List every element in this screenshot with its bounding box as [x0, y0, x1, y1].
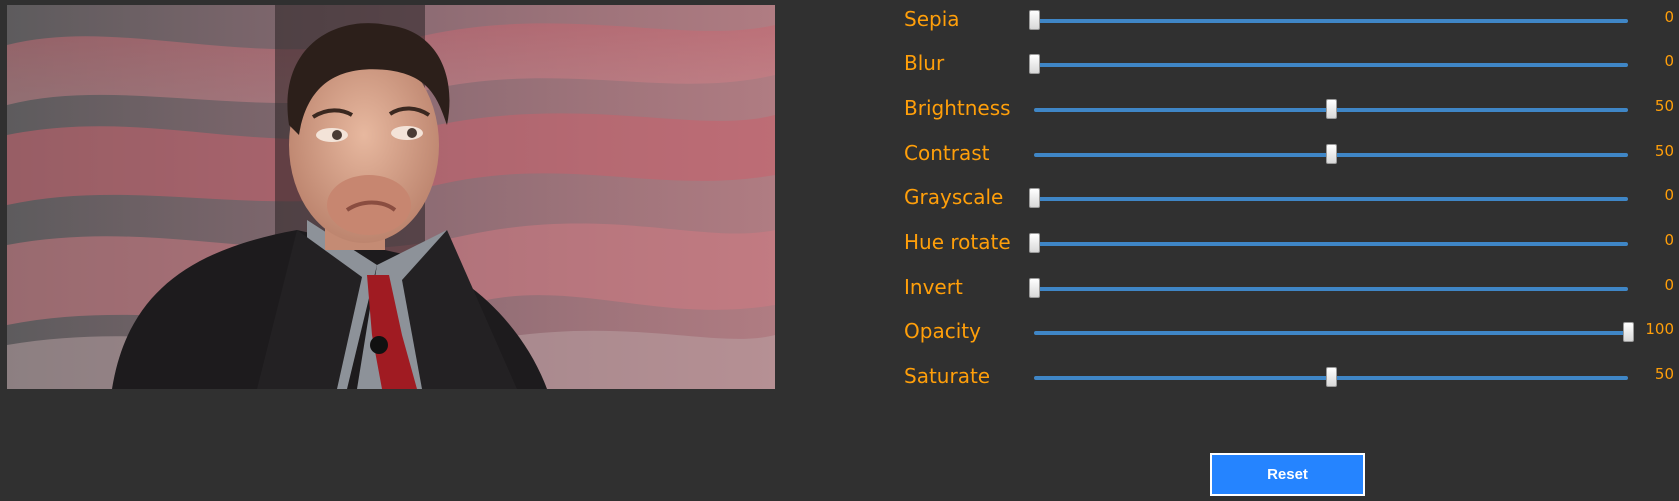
filter-value: 0 — [1664, 8, 1674, 26]
filter-label: Hue rotate — [904, 230, 1011, 254]
slider-thumb[interactable] — [1326, 144, 1337, 164]
filter-label: Saturate — [904, 364, 991, 388]
filter-slider-grayscale[interactable] — [1029, 188, 1628, 208]
filter-slider-sepia[interactable] — [1029, 10, 1628, 30]
slider-thumb[interactable] — [1623, 322, 1634, 342]
filter-value: 100 — [1645, 320, 1674, 338]
photo-preview — [7, 5, 775, 389]
slider-thumb[interactable] — [1029, 10, 1040, 30]
filter-value: 50 — [1654, 97, 1674, 115]
filter-slider-invert[interactable] — [1029, 278, 1628, 298]
filter-row-invert: Invert 0 — [904, 268, 1674, 308]
slider-thumb[interactable] — [1029, 278, 1040, 298]
filter-label: Invert — [904, 275, 963, 299]
slider-thumb[interactable] — [1326, 99, 1337, 119]
filter-value: 50 — [1654, 142, 1674, 160]
filter-slider-saturate[interactable] — [1034, 367, 1628, 387]
slider-thumb[interactable] — [1029, 54, 1040, 74]
filter-label: Opacity — [904, 319, 981, 343]
filter-row-hue-rotate: Hue rotate 0 — [904, 223, 1674, 263]
filter-slider-contrast[interactable] — [1034, 144, 1628, 164]
filter-row-saturate: Saturate 50 — [904, 357, 1674, 397]
filter-row-brightness: Brightness 50 — [904, 89, 1674, 129]
filter-value: 0 — [1664, 231, 1674, 249]
image-preview — [7, 5, 775, 389]
filter-slider-opacity[interactable] — [1034, 322, 1634, 342]
filter-slider-hue-rotate[interactable] — [1029, 233, 1628, 253]
filter-value: 0 — [1664, 186, 1674, 204]
filter-row-contrast: Contrast 50 — [904, 134, 1674, 174]
reset-button[interactable]: Reset — [1210, 453, 1365, 496]
filter-label: Blur — [904, 51, 945, 75]
filter-value: 0 — [1664, 52, 1674, 70]
filter-label: Contrast — [904, 141, 990, 165]
slider-thumb[interactable] — [1029, 233, 1040, 253]
filter-row-grayscale: Grayscale 0 — [904, 178, 1674, 218]
filter-label: Grayscale — [904, 185, 1004, 209]
filter-row-blur: Blur 0 — [904, 44, 1674, 84]
filter-value: 0 — [1664, 276, 1674, 294]
slider-thumb[interactable] — [1029, 188, 1040, 208]
filter-row-sepia: Sepia 0 — [904, 0, 1674, 40]
filter-label: Sepia — [904, 7, 960, 31]
filter-slider-blur[interactable] — [1029, 54, 1628, 74]
filter-controls: Sepia 0 Blur 0 Brightness 50 Contrast 50… — [904, 0, 1674, 400]
filter-value: 50 — [1654, 365, 1674, 383]
filter-label: Brightness — [904, 96, 1011, 120]
filter-row-opacity: Opacity 100 — [904, 312, 1674, 352]
slider-thumb[interactable] — [1326, 367, 1337, 387]
filter-slider-brightness[interactable] — [1034, 99, 1628, 119]
